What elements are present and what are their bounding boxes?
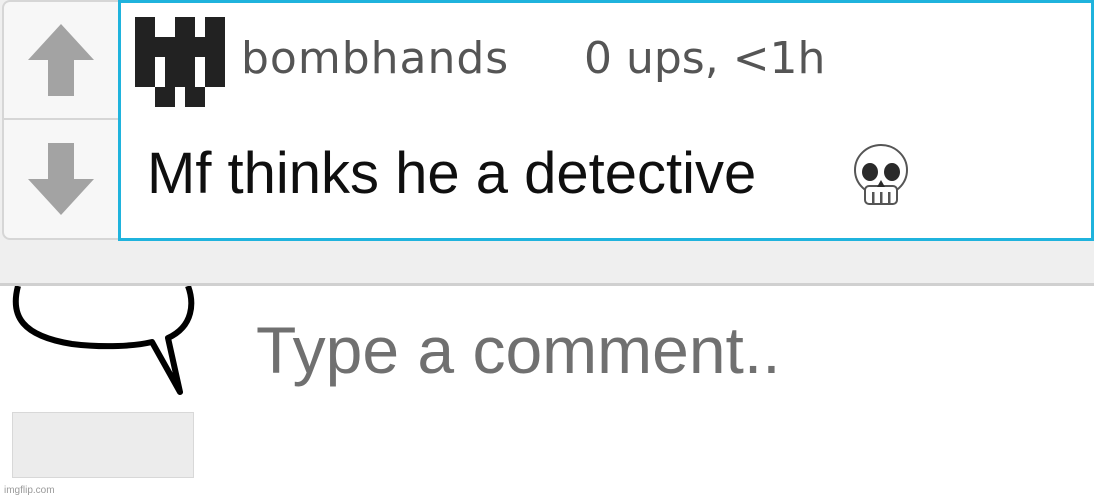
comment-meta: 0 ups, <1h <box>584 33 826 84</box>
downvote-button[interactable] <box>4 120 118 238</box>
speech-bubble-icon <box>12 286 195 395</box>
comment-card: bombhands 0 ups, <1h Mf thinks he a dete… <box>118 0 1094 241</box>
vote-column <box>2 0 118 240</box>
upvote-button[interactable] <box>4 2 118 120</box>
comment-username[interactable]: bombhands <box>241 33 509 85</box>
comment-input[interactable] <box>222 300 1082 400</box>
image-attachment[interactable]: imgflip.com <box>0 286 206 500</box>
reply-area: imgflip.com <box>0 283 1094 500</box>
downvote-arrow-icon <box>28 143 94 215</box>
pixel-avatar-icon[interactable] <box>135 17 225 107</box>
comment-text: Mf thinks he a detective <box>147 141 757 206</box>
attachment-placeholder <box>12 412 194 478</box>
skull-emoji <box>854 144 908 205</box>
watermark: imgflip.com <box>4 485 55 496</box>
upvote-arrow-icon <box>28 24 94 96</box>
